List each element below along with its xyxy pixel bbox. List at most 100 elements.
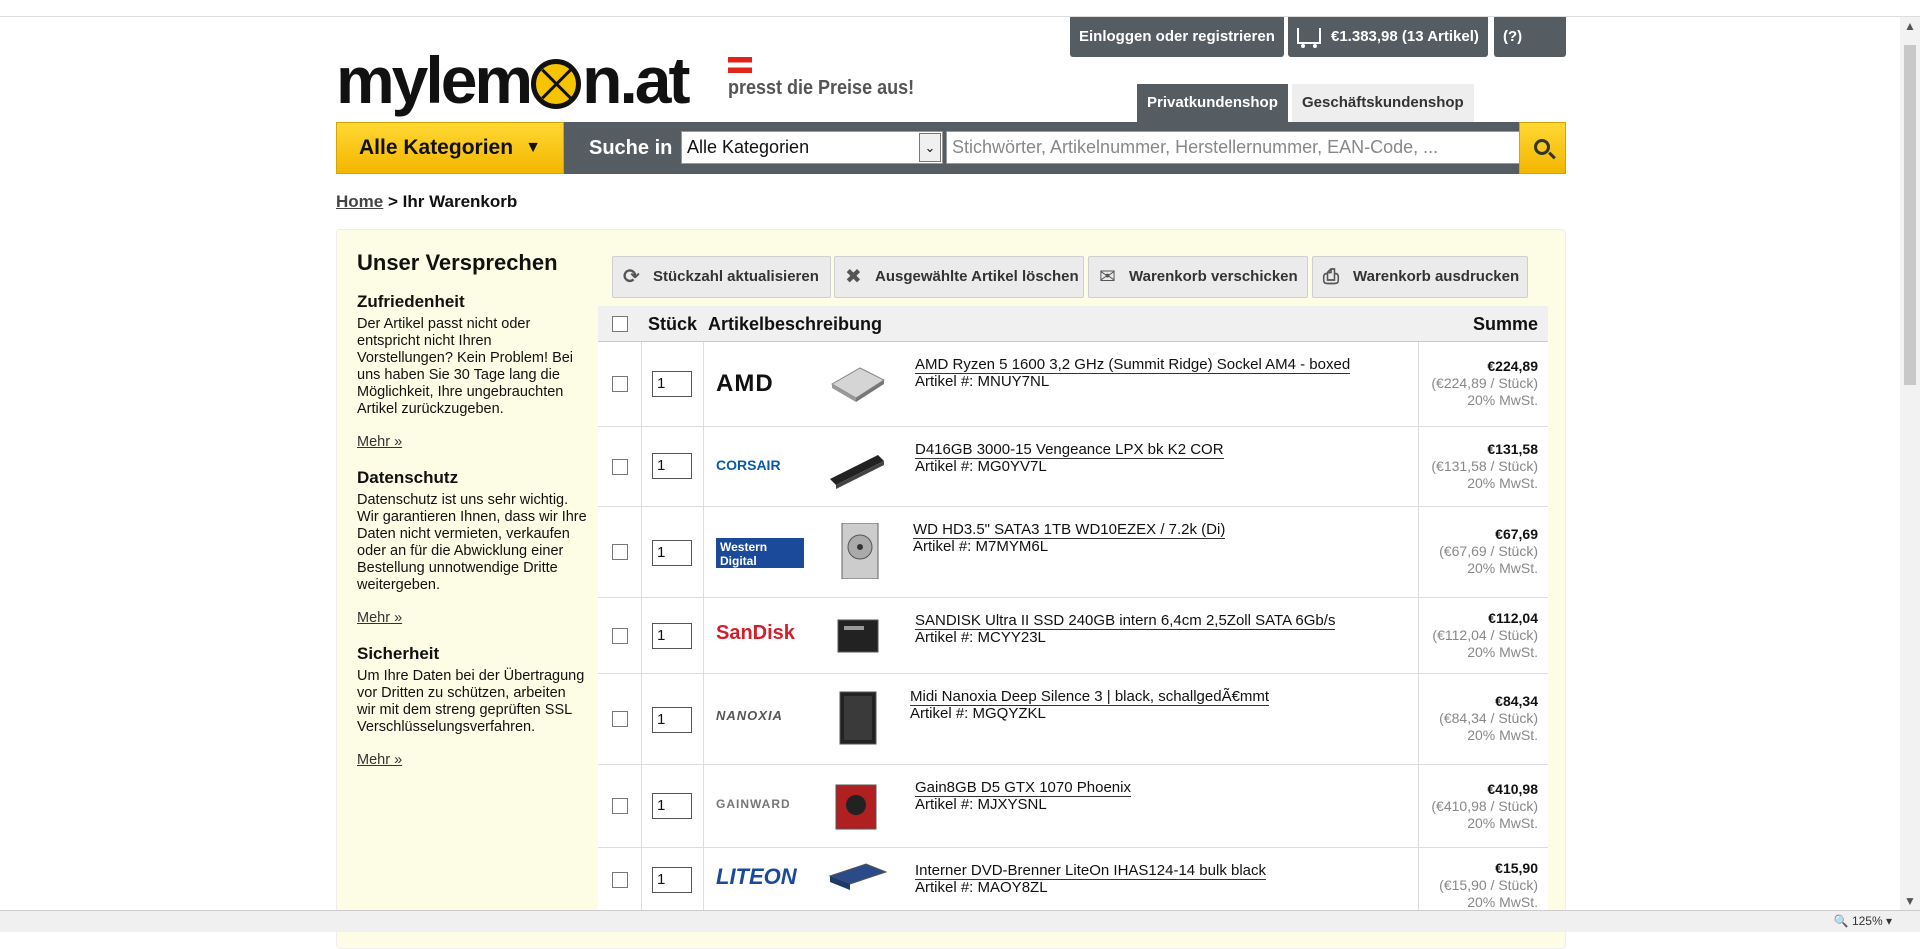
vertical-scrollbar[interactable]: ▲ ▼ xyxy=(1900,17,1920,910)
row-checkbox[interactable] xyxy=(612,459,628,475)
quantity-input[interactable]: 1 xyxy=(652,867,692,893)
hdd-product-image[interactable] xyxy=(826,523,888,579)
row-checkbox[interactable] xyxy=(612,376,628,392)
row-checkbox[interactable] xyxy=(612,628,628,644)
chevron-down-icon[interactable]: ⌄ xyxy=(919,133,941,162)
mehr-link-sicherheit[interactable]: Mehr » xyxy=(357,752,587,768)
tax-note: 20% MwSt. xyxy=(1467,727,1538,743)
site-logo[interactable]: mylem n.at xyxy=(336,43,690,117)
row-checkbox[interactable] xyxy=(612,872,628,888)
row-total: €112,04 xyxy=(1488,610,1538,626)
row-checkbox[interactable] xyxy=(612,798,628,814)
update-quantity-button[interactable]: ⟳ Stückzahl aktualisieren xyxy=(612,256,831,298)
search-in-label: Suche in xyxy=(589,137,673,159)
delete-x-icon: ✖ xyxy=(845,266,862,288)
quantity-input[interactable]: 1 xyxy=(652,793,692,819)
all-categories-button[interactable]: Alle Kategorien ▼ xyxy=(336,122,564,174)
table-row: 1 AMD AMD Ryzen 5 1600 3,2 GHz (Summit R… xyxy=(598,342,1548,427)
category-select-value: Alle Kategorien xyxy=(687,137,810,157)
cart-actions: ⟳ Stückzahl aktualisieren ✖ Ausgewählte Ar… xyxy=(598,256,1548,306)
product-name-link[interactable]: D416GB 3000-15 Vengeance LPX bk K2 COR xyxy=(915,441,1224,459)
gpu-product-image[interactable] xyxy=(826,779,888,835)
breadcrumb-home-link[interactable]: Home xyxy=(336,192,383,211)
help-button[interactable]: (?) Hilfe xyxy=(1494,17,1566,85)
quantity-input[interactable]: 1 xyxy=(652,623,692,649)
article-number: Artikel #: MGQYZKL xyxy=(910,705,1046,722)
quantity-input[interactable]: 1 xyxy=(652,540,692,566)
search-icon xyxy=(1534,139,1550,155)
send-cart-button[interactable]: ✉ Warenkorb verschicken xyxy=(1088,256,1308,298)
logo-text-left: mylem xyxy=(336,43,533,117)
delete-selected-button[interactable]: ✖ Ausgewählte Artikel löschen xyxy=(834,256,1084,298)
section-text-sicherheit: Um Ihre Daten bei der Übertragung vor Dr… xyxy=(357,668,585,735)
tax-note: 20% MwSt. xyxy=(1467,560,1538,576)
tax-note: 20% MwSt. xyxy=(1467,894,1538,910)
quantity-input[interactable]: 1 xyxy=(652,707,692,733)
breadcrumb: Home > Ihr Warenkorb xyxy=(336,192,517,212)
header-qty: Stück xyxy=(648,314,698,334)
select-all-checkbox[interactable] xyxy=(612,316,628,332)
table-row: 1 CORSAIR D416GB 3000-15 Vengeance LPX b… xyxy=(598,427,1548,507)
table-row: 1 Western Digital WD HD3.5" SATA3 1TB WD… xyxy=(598,507,1548,598)
table-row: 1 SanDisk SANDISK Ultra II SSD 240GB int… xyxy=(598,598,1548,674)
cart-button[interactable]: €1.383,98 (13 Artikel) xyxy=(1288,17,1488,57)
search-input[interactable]: Stichwörter, Artikelnummer, Herstellernu… xyxy=(946,131,1522,164)
product-name-link[interactable]: Interner DVD-Brenner LiteOn IHAS124-14 b… xyxy=(915,862,1267,880)
row-checkbox[interactable] xyxy=(612,711,628,727)
row-total: €15,90 xyxy=(1495,860,1538,876)
brand-logo-western-digital: Western Digital xyxy=(716,538,804,568)
scroll-down-icon[interactable]: ▼ xyxy=(1904,894,1916,908)
category-select[interactable]: Alle Kategorien ⌄ xyxy=(681,131,943,164)
row-checkbox[interactable] xyxy=(612,544,628,560)
scroll-up-icon[interactable]: ▲ xyxy=(1904,19,1916,33)
row-total: €410,98 xyxy=(1487,781,1538,797)
quantity-input[interactable]: 1 xyxy=(652,453,692,479)
zoom-value: 125% xyxy=(1851,914,1883,928)
article-number: Artikel #: M7MYM6L xyxy=(913,538,1049,555)
article-number: Artikel #: MG0YV7L xyxy=(915,458,1047,475)
login-button[interactable]: Einloggen oder registrieren xyxy=(1070,17,1284,57)
product-name-link[interactable]: SANDISK Ultra II SSD 240GB intern 6,4cm … xyxy=(915,612,1336,630)
sidebar-title: Unser Versprechen xyxy=(357,250,558,275)
dvd-product-image[interactable] xyxy=(826,854,888,910)
row-total: €67,69 xyxy=(1495,526,1538,542)
quantity-input[interactable]: 1 xyxy=(652,371,692,397)
print-cart-button[interactable]: ⎙ Warenkorb ausdrucken xyxy=(1312,256,1528,298)
scrollbar-thumb[interactable] xyxy=(1904,45,1916,385)
tax-note: 20% MwSt. xyxy=(1467,644,1538,660)
search-button[interactable] xyxy=(1519,122,1566,174)
product-name-link[interactable]: Gain8GB D5 GTX 1070 Phoenix xyxy=(915,779,1131,797)
product-name-link[interactable]: Midi Nanoxia Deep Silence 3 | black, sch… xyxy=(910,688,1270,706)
tab-privatkundenshop[interactable]: Privatkundenshop xyxy=(1137,84,1288,122)
search-bar: Alle Kategorien ▼ Suche in Alle Kategori… xyxy=(336,122,1566,174)
product-name-link[interactable]: AMD Ryzen 5 1600 3,2 GHz (Summit Ridge) … xyxy=(915,356,1351,374)
mehr-link-datenschutz[interactable]: Mehr » xyxy=(357,610,587,626)
brand-logo-gainward: GAINWARD xyxy=(716,797,791,811)
logo-text-right: n.at xyxy=(582,43,690,117)
send-cart-label: Warenkorb verschicken xyxy=(1129,268,1298,285)
tab-geschaeftskundenshop[interactable]: Geschäftskundenshop xyxy=(1292,84,1474,122)
article-number: Artikel #: MJXYSNL xyxy=(915,796,1047,813)
header-sum: Summe xyxy=(1472,314,1538,334)
envelope-icon: ✉ xyxy=(1099,266,1116,288)
section-text-datenschutz: Datenschutz ist uns sehr wichtig. Wir ga… xyxy=(357,492,587,593)
header-description: Artikelbeschreibung xyxy=(708,314,883,334)
dropdown-arrow-icon: ▼ xyxy=(525,139,541,156)
brand-logo-sandisk: SanDisk xyxy=(716,622,795,644)
case-product-image[interactable] xyxy=(826,690,888,746)
breadcrumb-current: Ihr Warenkorb xyxy=(402,192,518,211)
section-title-sicherheit: Sicherheit xyxy=(357,644,440,663)
tax-note: 20% MwSt. xyxy=(1467,815,1538,831)
cpu-product-image[interactable] xyxy=(826,354,888,410)
ssd-product-image[interactable] xyxy=(826,608,888,664)
mehr-link-zufriedenheit[interactable]: Mehr » xyxy=(357,434,587,450)
tax-note: 20% MwSt. xyxy=(1467,475,1538,491)
update-quantity-label: Stückzahl aktualisieren xyxy=(653,268,819,285)
article-number: Artikel #: MNUY7NL xyxy=(915,373,1050,390)
lemon-logo-icon xyxy=(531,59,582,109)
ram-product-image[interactable] xyxy=(826,439,888,495)
zoom-level[interactable]: 🔍 125% ▾ xyxy=(1834,914,1892,928)
unit-price: (€112,04 / Stück) xyxy=(1432,627,1538,643)
product-name-link[interactable]: WD HD3.5" SATA3 1TB WD10EZEX / 7.2k (Di) xyxy=(913,521,1226,539)
brand-logo-liteon: LITEON xyxy=(716,864,797,889)
